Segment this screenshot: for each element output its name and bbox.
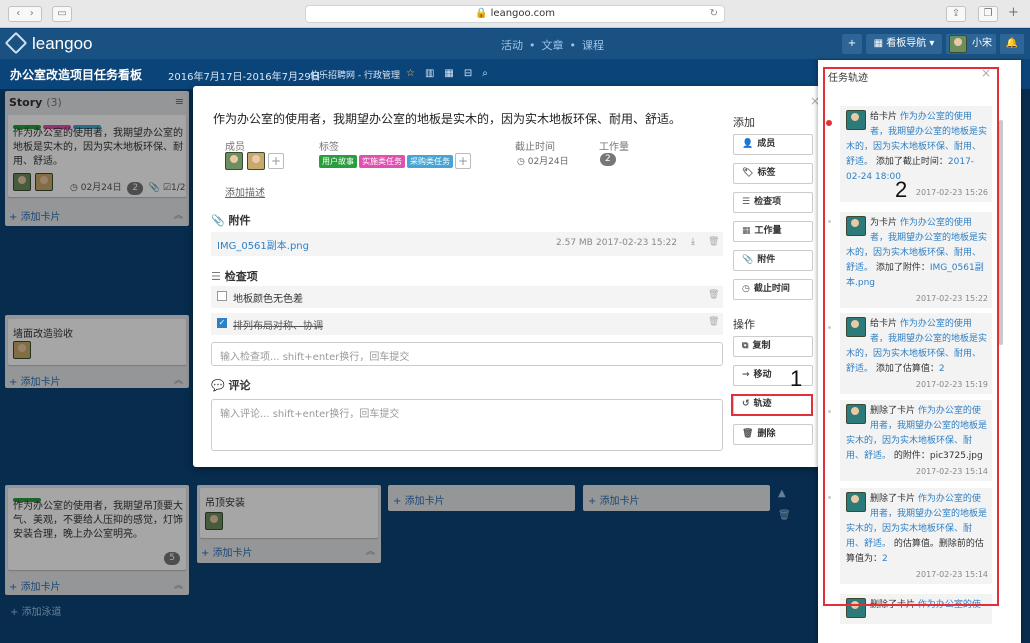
url-text: leangoo.com bbox=[490, 8, 555, 19]
user-menu[interactable]: 小宋 bbox=[946, 34, 996, 54]
avatar bbox=[949, 35, 967, 53]
back-forward-buttons[interactable]: ‹ › bbox=[8, 6, 42, 22]
highlight-history-panel bbox=[823, 67, 999, 606]
search-icon[interactable]: ⌕ bbox=[482, 68, 488, 79]
trash-icon[interactable]: 🗑 bbox=[708, 317, 719, 327]
due-date[interactable]: ◷ 02月24日 bbox=[517, 154, 569, 167]
add-tag-icon[interactable]: + bbox=[455, 153, 471, 169]
board-dates: 2016年7月17日-2016年7月29日 bbox=[168, 72, 321, 83]
add-checklist-button[interactable]: ☰ 检查项 bbox=[733, 192, 813, 213]
trash-icon[interactable]: 🗑 bbox=[708, 237, 719, 247]
chart-icon[interactable]: ▥ bbox=[425, 68, 434, 79]
highlight-history-button bbox=[731, 394, 813, 416]
add-attachment-button[interactable]: 📎 附件 bbox=[733, 250, 813, 271]
workload-label: 工作量 bbox=[599, 142, 629, 153]
checklist-heading: ☰ 检查项 bbox=[211, 270, 258, 283]
url-bar[interactable]: 🔒 leangoo.com ↻ bbox=[305, 5, 725, 23]
checklist-text: 排列布局对称、协调 bbox=[233, 321, 323, 332]
tabs-icon[interactable]: ❐ bbox=[978, 6, 998, 22]
attachment-name[interactable]: IMG_0561副本.png bbox=[217, 237, 309, 252]
nav-activity[interactable]: 活动 bbox=[501, 39, 523, 52]
add-description-link[interactable]: 添加描述 bbox=[225, 184, 265, 199]
attachments-heading: 📎 附件 bbox=[211, 214, 251, 227]
paperclip-icon: 📎 bbox=[742, 255, 754, 265]
arrow-right-icon: → bbox=[742, 370, 750, 380]
tag-list: 用户故事 实施类任务 采购类任务 + bbox=[319, 153, 471, 169]
annotation-1: 1 bbox=[790, 366, 803, 391]
attachment-row[interactable]: IMG_0561副本.png 2.57 MB 2017-02-23 15:22 … bbox=[211, 232, 723, 256]
top-nav: 活动 • 文章 • 课程 bbox=[501, 39, 604, 52]
board-tools: ☆ ▥ ▦ ⊟ ⌕ bbox=[406, 68, 498, 79]
tag-user-story[interactable]: 用户故事 bbox=[319, 155, 357, 168]
star-icon[interactable]: ☆ bbox=[406, 68, 415, 79]
user-name: 小宋 bbox=[972, 38, 992, 49]
logo-icon bbox=[4, 31, 28, 55]
due-label: 截止时间 bbox=[515, 142, 555, 153]
checklist-text: 地板颜色无色差 bbox=[233, 294, 303, 305]
board-title: 办公室改造项目任务看板 bbox=[10, 68, 143, 82]
add-tag-button[interactable]: 🏷 标签 bbox=[733, 163, 813, 184]
delete-button[interactable]: 🗑 删除 bbox=[733, 424, 813, 445]
bell-icon[interactable]: 🔔 bbox=[1000, 34, 1024, 54]
tag-purchase[interactable]: 采购类任务 bbox=[407, 155, 453, 168]
comment-input[interactable]: 输入评论... shift+enter换行，回车提交 bbox=[211, 399, 723, 451]
copy-icon: ⧉ bbox=[742, 341, 749, 351]
user-plus-icon: 👤 bbox=[742, 139, 754, 149]
archive-icon[interactable]: ⊟ bbox=[464, 68, 472, 79]
tags-label: 标签 bbox=[319, 142, 339, 153]
operations-heading: 操作 bbox=[733, 318, 755, 331]
share-icon[interactable]: ⇪ bbox=[946, 6, 966, 22]
add-member-icon[interactable]: + bbox=[268, 153, 284, 169]
table-icon[interactable]: ▦ bbox=[444, 68, 453, 79]
grid-icon: ▦ bbox=[742, 226, 751, 236]
scrollbar[interactable] bbox=[999, 120, 1003, 345]
checklist-item[interactable]: ✓ 排列布局对称、协调 🗑 bbox=[211, 313, 723, 335]
add-icon[interactable]: + bbox=[842, 34, 862, 54]
copy-button[interactable]: ⧉ 复制 bbox=[733, 336, 813, 357]
kanban-nav-button[interactable]: ▦ 看板导航 ▾ bbox=[866, 34, 942, 54]
checkbox[interactable] bbox=[217, 291, 227, 301]
avatar[interactable] bbox=[246, 152, 265, 170]
add-member-button[interactable]: 👤 成员 bbox=[733, 134, 813, 155]
new-tab-icon[interactable]: + bbox=[1008, 5, 1019, 20]
reload-icon[interactable]: ↻ bbox=[710, 6, 718, 22]
attachment-time: 2017-02-23 15:22 bbox=[596, 238, 678, 248]
attachment-size: 2.57 MB bbox=[556, 238, 593, 248]
comments-heading: 💬 评论 bbox=[211, 379, 251, 392]
workload-badge[interactable]: 2 bbox=[600, 153, 616, 166]
download-icon[interactable]: ⤓ bbox=[691, 237, 695, 247]
annotation-2: 2 bbox=[895, 177, 908, 202]
checkbox-checked[interactable]: ✓ bbox=[217, 318, 227, 328]
clock-icon: ◷ bbox=[742, 284, 750, 294]
card-title[interactable]: 作为办公室的使用者，我期望办公室的地板是实木的，因为实木地板环保、耐用、舒适。 bbox=[213, 110, 681, 127]
list-icon: ☰ bbox=[211, 270, 221, 283]
board-team[interactable]: 伯乐招聘网 - 行政管理 bbox=[310, 68, 400, 81]
list-icon: ☰ bbox=[742, 197, 751, 207]
checklist-item[interactable]: 地板颜色无色差 🗑 bbox=[211, 286, 723, 308]
trash-icon[interactable]: 🗑 bbox=[708, 290, 719, 300]
comment-icon: 💬 bbox=[211, 379, 225, 392]
card-detail-modal: 作为办公室的使用者，我期望办公室的地板是实木的，因为实木地板环保、耐用、舒适。 … bbox=[193, 86, 820, 467]
avatar[interactable] bbox=[225, 152, 243, 170]
tag-implementation[interactable]: 实施类任务 bbox=[359, 155, 405, 168]
checklist-input[interactable]: 输入检查项... shift+enter换行，回车提交 bbox=[211, 342, 723, 366]
member-avatars: + bbox=[225, 152, 284, 170]
nav-articles[interactable]: 文章 bbox=[542, 39, 564, 52]
logo-text: leangoo bbox=[32, 34, 93, 53]
add-due-button[interactable]: ◷ 截止时间 bbox=[733, 279, 813, 300]
trash-icon: 🗑 bbox=[742, 429, 754, 439]
tag-icon: 🏷 bbox=[742, 168, 754, 178]
add-heading: 添加 bbox=[733, 116, 755, 129]
members-label: 成员 bbox=[225, 142, 245, 153]
sidebar-icon[interactable]: ▭ bbox=[52, 6, 72, 22]
leangoo-logo[interactable]: leangoo bbox=[4, 31, 93, 55]
paperclip-icon: 📎 bbox=[211, 214, 225, 227]
nav-courses[interactable]: 课程 bbox=[582, 39, 604, 52]
kanban-nav-label: 看板导航 bbox=[886, 38, 927, 49]
add-workload-button[interactable]: ▦ 工作量 bbox=[733, 221, 813, 242]
browser-toolbar: ‹ › ▭ 🔒 leangoo.com ↻ ⇪ ❐ + bbox=[0, 0, 1030, 28]
app-header: leangoo 活动 • 文章 • 课程 + ▦ 看板导航 ▾ 小宋 🔔 bbox=[0, 29, 1030, 59]
